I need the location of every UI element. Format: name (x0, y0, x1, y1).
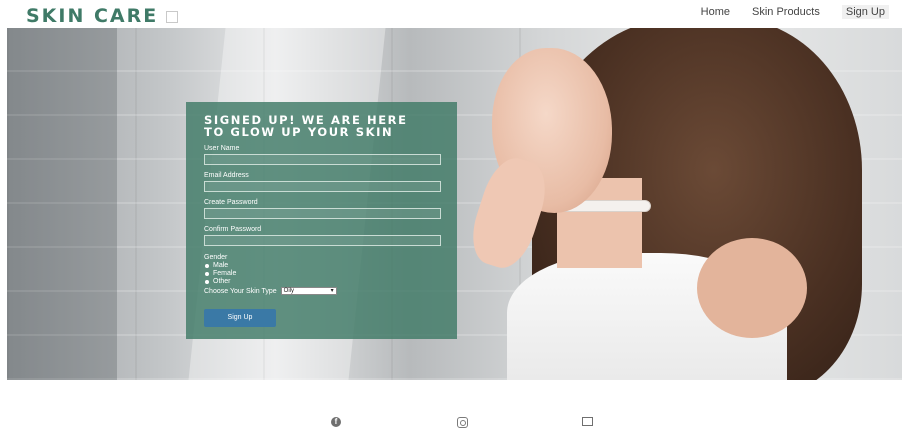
hero-shadow (7, 28, 117, 380)
username-field: User Name (204, 144, 441, 165)
site-header: SKIN CARE Home Skin Products Sign Up (0, 0, 903, 28)
skin-type-selected-value: Oily (283, 288, 294, 294)
create-password-input[interactable] (204, 208, 441, 219)
signup-form: SIGNED UP! WE ARE HERE TO GLOW UP YOUR S… (186, 102, 457, 339)
username-input[interactable] (204, 154, 441, 165)
gender-radio-male[interactable]: Male (205, 262, 441, 270)
gender-radio-female[interactable]: Female (205, 270, 441, 278)
form-title-line-2: TO GLOW UP YOUR SKIN (204, 125, 394, 139)
facebook-icon[interactable]: f (331, 417, 341, 427)
model-portrait-image (447, 28, 902, 380)
nav-sign-up-link[interactable]: Sign Up (841, 5, 889, 19)
main-nav: Home Skin Products Sign Up (701, 5, 889, 19)
email-field: Email Address (204, 171, 441, 192)
gender-option-label: Male (213, 262, 229, 269)
brand-logo[interactable]: SKIN CARE (26, 5, 179, 27)
radio-button-icon[interactable] (205, 280, 209, 284)
create-password-label: Create Password (204, 199, 258, 206)
portrait-shoulder (697, 238, 807, 338)
skin-type-select[interactable]: Oily ▾ (280, 287, 337, 295)
broken-image-icon (166, 11, 179, 23)
sign-up-button[interactable]: Sign Up (204, 309, 276, 327)
nav-skin-products-link[interactable]: Skin Products (752, 6, 820, 19)
email-label: Email Address (204, 172, 249, 179)
email-input[interactable] (204, 181, 441, 192)
instagram-icon[interactable] (457, 417, 468, 428)
gender-option-label: Female (213, 270, 237, 277)
radio-button-icon[interactable] (205, 272, 209, 276)
create-password-field: Create Password (204, 198, 441, 219)
nav-home-link[interactable]: Home (701, 6, 730, 19)
form-title: SIGNED UP! WE ARE HERE TO GLOW UP YOUR S… (204, 114, 441, 138)
confirm-password-label: Confirm Password (204, 226, 262, 233)
confirm-password-field: Confirm Password (204, 225, 441, 246)
chevron-down-icon: ▾ (330, 288, 334, 294)
gender-label: Gender (204, 254, 228, 261)
brand-name: SKIN CARE (26, 5, 159, 27)
gender-radio-other[interactable]: Other (205, 278, 441, 286)
radio-button-icon[interactable] (205, 264, 209, 268)
gender-option-label: Other (213, 278, 231, 285)
skin-type-label: Choose Your Skin Type (204, 287, 277, 295)
site-footer: f (0, 380, 903, 434)
confirm-password-input[interactable] (204, 235, 441, 246)
skin-type-row: Choose Your Skin Type Oily ▾ (204, 287, 441, 295)
youtube-icon[interactable] (582, 417, 593, 426)
username-label: User Name (204, 145, 240, 152)
